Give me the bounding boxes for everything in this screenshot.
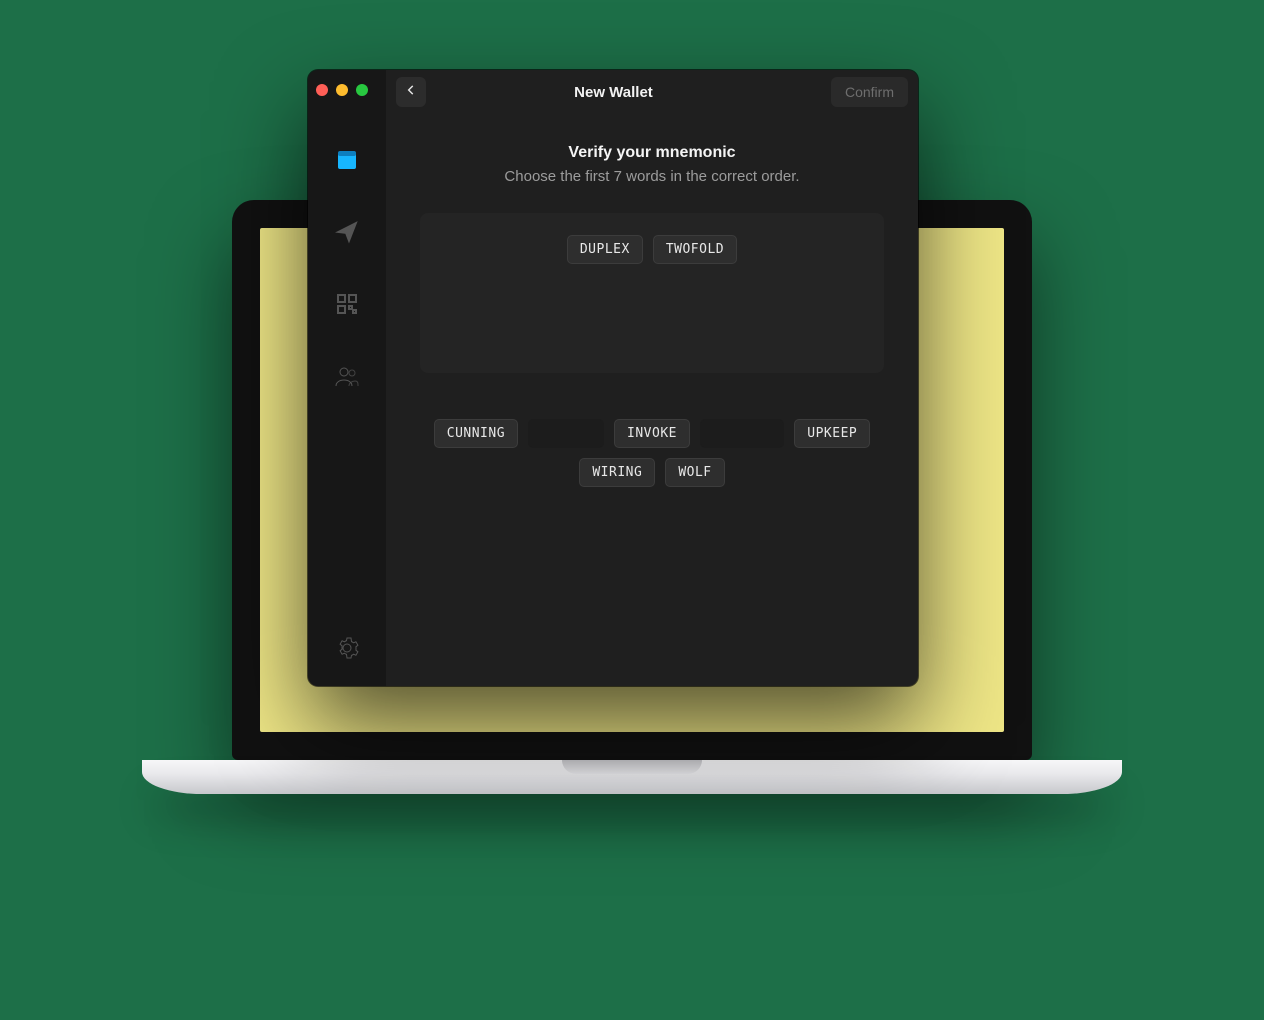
close-window-button[interactable] (316, 84, 328, 96)
sidebar-item-send[interactable] (333, 220, 361, 248)
maximize-window-button[interactable] (356, 84, 368, 96)
selected-words-area[interactable]: DUPLEX TWOFOLD (420, 213, 884, 373)
sidebar-item-contacts[interactable] (333, 364, 361, 392)
minimize-window-button[interactable] (336, 84, 348, 96)
sidebar-item-wallet[interactable] (333, 148, 361, 176)
selected-word[interactable]: DUPLEX (567, 235, 643, 264)
sidebar-item-settings[interactable] (333, 636, 361, 664)
pool-word-used: TWOFOLD (700, 419, 784, 448)
pool-word[interactable]: WOLF (665, 458, 724, 487)
send-icon (335, 220, 359, 249)
word-pool: CUNNING DUPLEX INVOKE TWOFOLD UPKEEP WIRING WO… (420, 419, 884, 487)
gear-icon (335, 636, 359, 665)
main-panel: New Wallet Confirm Verify your mnemonic … (386, 70, 918, 686)
traffic-lights[interactable] (316, 84, 368, 96)
pool-word[interactable]: WIRING (579, 458, 655, 487)
pool-word[interactable]: CUNNING (434, 419, 518, 448)
contacts-icon (335, 364, 359, 393)
qr-icon (335, 292, 359, 321)
confirm-button[interactable]: Confirm (831, 77, 908, 107)
content: Verify your mnemonic Choose the first 7 … (386, 114, 918, 686)
pool-word-used: DUPLEX (528, 419, 604, 448)
selected-word[interactable]: TWOFOLD (653, 235, 737, 264)
verify-heading: Verify your mnemonic (568, 144, 735, 162)
pool-word[interactable]: INVOKE (614, 419, 690, 448)
wallet-icon (335, 148, 359, 177)
sidebar-nav (333, 148, 361, 636)
titlebar: New Wallet Confirm (386, 70, 918, 114)
pool-word[interactable]: UPKEEP (794, 419, 870, 448)
page-title: New Wallet (404, 84, 823, 101)
app-window: New Wallet Confirm Verify your mnemonic … (308, 70, 918, 686)
verify-subheading: Choose the first 7 words in the correct … (504, 168, 799, 185)
laptop-base (142, 760, 1122, 794)
sidebar (308, 70, 386, 686)
sidebar-item-receive[interactable] (333, 292, 361, 320)
